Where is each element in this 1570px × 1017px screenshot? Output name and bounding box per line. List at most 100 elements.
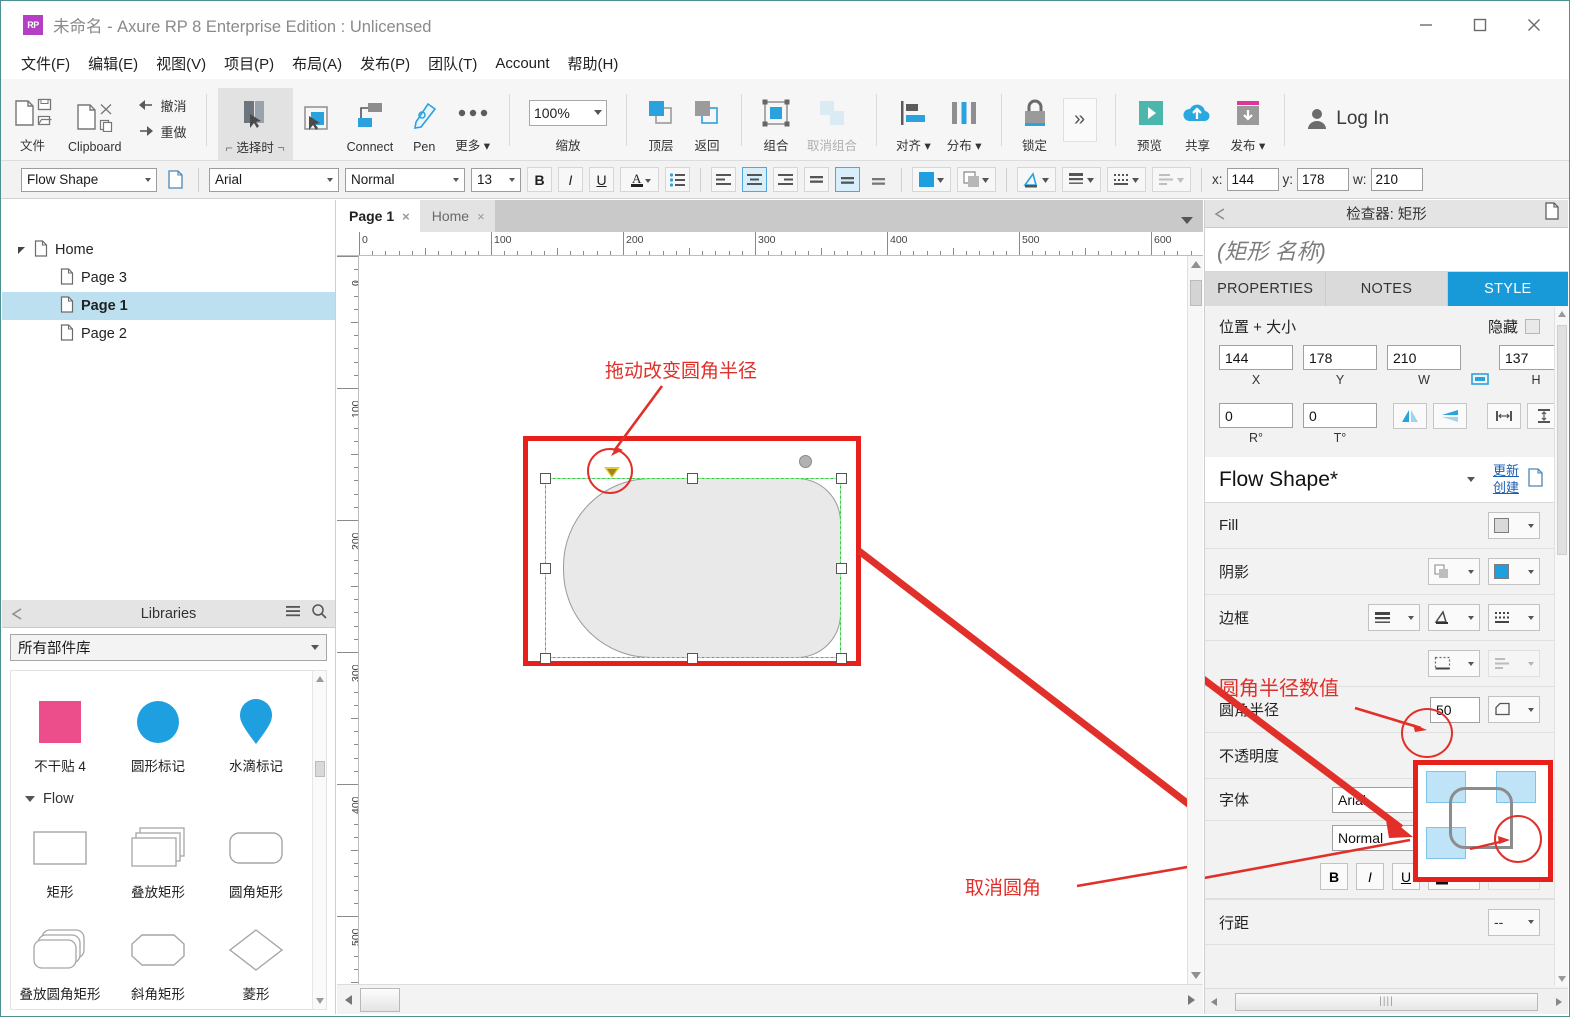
distribute-button[interactable]: 分布 ▾ — [939, 88, 990, 160]
library-item-sticky[interactable]: 不干贴 4 — [11, 681, 109, 783]
maximize-icon[interactable] — [1453, 5, 1507, 45]
scrollbar-thumb[interactable] — [1557, 325, 1567, 555]
chevron-down-icon[interactable] — [1466, 477, 1475, 482]
tree-item-page-1[interactable]: Page 1 — [2, 292, 335, 320]
select-tool-button[interactable]: ⌐ 选择时 ¬ — [217, 88, 293, 160]
lock-button[interactable]: 锁定 — [1013, 88, 1057, 160]
widget-name-input[interactable]: (矩形 名称) — [1205, 228, 1568, 272]
menu-item-publish[interactable]: 发布(P) — [360, 53, 410, 74]
close-icon[interactable]: × — [477, 209, 485, 224]
w-input[interactable] — [1370, 168, 1423, 191]
fill-color-button[interactable] — [912, 167, 951, 192]
group-button[interactable]: 组合 — [753, 88, 799, 160]
align-center-button[interactable] — [742, 167, 767, 192]
design-canvas[interactable]: 拖动改变圆角半径 取消圆角 — [359, 256, 1187, 984]
inspector-vertical-scrollbar[interactable] — [1554, 307, 1568, 986]
border-color-dropdown[interactable] — [1428, 604, 1480, 631]
document-icon[interactable] — [1544, 202, 1560, 225]
ribbon-overflow-button[interactable]: » — [1062, 97, 1097, 142]
publish-button[interactable]: 发布 ▾ — [1223, 88, 1274, 160]
library-item-rect[interactable]: 矩形 — [11, 807, 109, 909]
style-manager-icon[interactable] — [1527, 467, 1544, 492]
border-width-button[interactable] — [1062, 167, 1101, 192]
scrollbar-thumb[interactable] — [315, 761, 325, 777]
border-width-dropdown[interactable] — [1368, 604, 1420, 631]
bullet-list-button[interactable] — [665, 167, 690, 192]
fill-color-dropdown[interactable] — [1488, 512, 1540, 539]
scroll-up-arrow-icon[interactable] — [1191, 261, 1201, 268]
undo-button[interactable]: 撤消 — [138, 96, 187, 115]
canvas-horizontal-scrollbar[interactable] — [337, 984, 1203, 1014]
line-style-dropdown[interactable] — [1488, 604, 1540, 631]
menu-item-team[interactable]: 团队(T) — [428, 53, 477, 74]
scroll-right-arrow-icon[interactable] — [1556, 997, 1562, 1006]
menu-item-layout[interactable]: 布局(A) — [292, 53, 342, 74]
align-bottom-button[interactable] — [866, 167, 891, 192]
tree-item-page-3[interactable]: Page 3 — [2, 264, 335, 292]
tab-style[interactable]: STYLE — [1447, 272, 1568, 306]
scroll-up-arrow-icon[interactable] — [1558, 311, 1566, 317]
line-spacing-dropdown[interactable]: -- — [1488, 908, 1540, 936]
scrollbar-thumb[interactable] — [360, 987, 400, 1012]
tab-notes[interactable]: NOTES — [1326, 272, 1448, 306]
zoom-control[interactable]: 100% 缩放 — [521, 88, 615, 160]
style-manager-icon[interactable] — [163, 167, 188, 192]
tab-properties[interactable]: PROPERTIES — [1205, 272, 1327, 306]
create-style-link[interactable]: 创建 — [1493, 480, 1519, 496]
w-input[interactable] — [1387, 345, 1461, 370]
redo-button[interactable]: 重做 — [138, 122, 187, 141]
font-weight-select[interactable]: Normal — [345, 167, 465, 192]
scrollbar-thumb[interactable] — [1190, 280, 1202, 306]
login-button[interactable]: Log In — [1306, 107, 1389, 133]
menu-item-account[interactable]: Account — [495, 55, 549, 72]
line-style-button[interactable] — [1107, 167, 1146, 192]
menu-item-help[interactable]: 帮助(H) — [568, 53, 619, 74]
italic-button[interactable]: I — [558, 167, 583, 192]
menu-item-view[interactable]: 视图(V) — [156, 53, 206, 74]
resize-handle-tr[interactable] — [836, 473, 847, 484]
tab-page-1[interactable]: Page 1 × — [337, 200, 420, 232]
select-mode-button[interactable] — [293, 88, 339, 160]
y-input[interactable] — [1297, 168, 1350, 191]
corner-shape-dropdown[interactable] — [1488, 696, 1540, 723]
align-right-button[interactable] — [773, 167, 798, 192]
library-item-circle-marker[interactable]: 圆形标记 — [109, 681, 207, 783]
connect-button[interactable]: Connect — [339, 88, 402, 160]
scrollbar-thumb[interactable]: |||| — [1235, 992, 1538, 1011]
scroll-right-arrow-icon[interactable] — [1188, 994, 1195, 1005]
scroll-down-arrow-icon[interactable] — [316, 998, 324, 1004]
resize-handle-bl[interactable] — [540, 653, 551, 664]
align-left-button[interactable] — [711, 167, 736, 192]
hamburger-icon[interactable] — [285, 604, 301, 623]
menu-item-file[interactable]: 文件(F) — [21, 53, 70, 74]
tab-home[interactable]: Home × — [419, 200, 495, 232]
scroll-left-arrow-icon[interactable] — [1211, 997, 1217, 1006]
library-item-droplet-marker[interactable]: 水滴标记 — [207, 681, 305, 783]
resize-handle-br[interactable] — [836, 653, 847, 664]
tab-overflow-chevron-icon[interactable] — [1181, 217, 1193, 224]
hidden-checkbox[interactable] — [1525, 319, 1540, 334]
font-color-button[interactable]: A — [620, 167, 659, 192]
shadow-button[interactable] — [957, 167, 996, 192]
font-size-select[interactable]: 13 — [471, 167, 521, 192]
font-family-select[interactable]: Arial — [209, 167, 339, 192]
menu-item-edit[interactable]: 编辑(E) — [88, 53, 138, 74]
h-input[interactable] — [1499, 345, 1554, 370]
resize-handle-ml[interactable] — [540, 563, 551, 574]
widget-style-select[interactable]: Flow Shape — [21, 167, 157, 192]
minimize-icon[interactable] — [1399, 5, 1453, 45]
y-input[interactable] — [1303, 345, 1377, 370]
resize-handle-tc[interactable] — [687, 473, 698, 484]
file-button[interactable]: 文件 — [5, 88, 60, 160]
library-item-diamond[interactable]: 菱形 — [207, 909, 305, 1009]
scroll-down-arrow-icon[interactable] — [1191, 972, 1201, 979]
libraries-scrollbar[interactable] — [312, 671, 326, 1009]
align-middle-button[interactable] — [835, 167, 860, 192]
clipboard-button[interactable]: Clipboard — [60, 88, 130, 160]
flip-vertical-button[interactable] — [1433, 403, 1467, 429]
library-item-octagon[interactable]: 斜角矩形 — [109, 909, 207, 1009]
inspector-horizontal-scrollbar[interactable]: |||| — [1205, 988, 1568, 1014]
rotation-input[interactable] — [1219, 403, 1293, 428]
rotate-handle[interactable] — [799, 455, 812, 468]
resize-handle-tl[interactable] — [540, 473, 551, 484]
